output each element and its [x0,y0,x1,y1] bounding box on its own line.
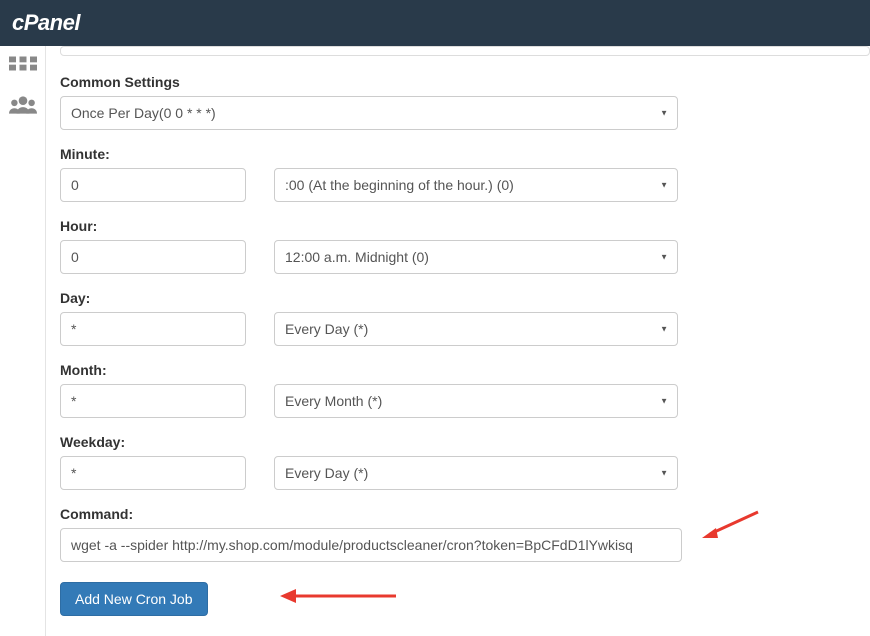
weekday-input[interactable] [60,456,246,490]
users-icon[interactable] [9,94,37,116]
sidebar [0,46,46,636]
day-label: Day: [60,290,870,306]
annotation-arrow-icon [278,584,398,608]
command-label: Command: [60,506,870,522]
add-cron-job-button[interactable]: Add New Cron Job [60,582,208,616]
month-label: Month: [60,362,870,378]
grid-icon[interactable] [9,56,37,78]
month-input[interactable] [60,384,246,418]
header: cPanel [0,0,870,46]
minute-label: Minute: [60,146,870,162]
minute-select[interactable]: :00 (At the beginning of the hour.) (0) [274,168,678,202]
hour-input[interactable] [60,240,246,274]
day-select[interactable]: Every Day (*) [274,312,678,346]
main-content: Common Settings Once Per Day(0 0 * * *) … [46,46,870,636]
common-settings-label: Common Settings [60,74,870,90]
hour-select[interactable]: 12:00 a.m. Midnight (0) [274,240,678,274]
weekday-label: Weekday: [60,434,870,450]
logo: cPanel [12,10,80,36]
hour-label: Hour: [60,218,870,234]
month-select[interactable]: Every Month (*) [274,384,678,418]
day-input[interactable] [60,312,246,346]
weekday-select[interactable]: Every Day (*) [274,456,678,490]
common-settings-select-wrap: Once Per Day(0 0 * * *) [60,96,678,130]
common-settings-select[interactable]: Once Per Day(0 0 * * *) [60,96,678,130]
minute-input[interactable] [60,168,246,202]
command-input[interactable] [60,528,682,562]
card-edge [60,46,870,56]
